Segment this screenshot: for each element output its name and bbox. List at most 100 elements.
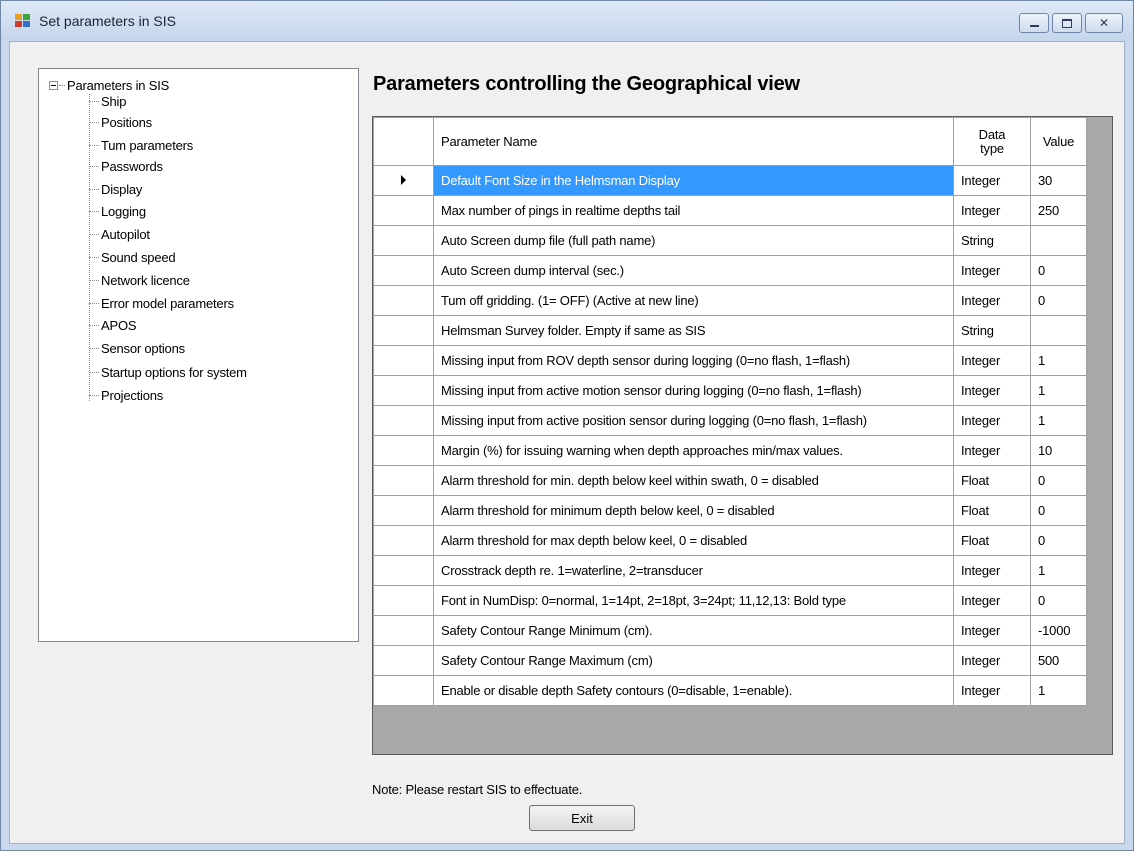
cell-data-type[interactable]: Integer <box>953 405 1031 436</box>
cell-value[interactable]: 1 <box>1030 405 1087 436</box>
table-row[interactable]: Auto Screen dump file (full path name) St… <box>373 225 1087 256</box>
cell-value[interactable]: 1 <box>1030 345 1087 376</box>
table-row[interactable]: Margin (%) for issuing warning when dept… <box>373 435 1087 466</box>
title-bar[interactable]: Set parameters in SIS ✕ <box>1 1 1133 41</box>
cell-data-type[interactable]: Integer <box>953 165 1031 196</box>
cell-parameter-name[interactable]: Helmsman Survey folder. Empty if same as… <box>433 315 954 346</box>
cell-value[interactable]: 0 <box>1030 585 1087 616</box>
cell-data-type[interactable]: Integer <box>953 195 1031 226</box>
collapse-icon[interactable] <box>49 80 58 90</box>
cell-parameter-name[interactable]: Alarm threshold for min. depth below kee… <box>433 465 954 496</box>
cell-parameter-name[interactable]: Auto Screen dump file (full path name) <box>433 225 954 256</box>
table-row[interactable]: Font in NumDisp: 0=normal, 1=14pt, 2=18p… <box>373 585 1087 616</box>
table-row[interactable]: Alarm threshold for min. depth below kee… <box>373 465 1087 496</box>
table-row[interactable]: Max number of pings in realtime depths t… <box>373 195 1087 226</box>
cell-parameter-name[interactable]: Max number of pings in realtime depths t… <box>433 195 954 226</box>
tree-item[interactable]: Logging <box>89 201 146 221</box>
tree-item[interactable]: Startup options for system <box>89 362 247 382</box>
close-button[interactable]: ✕ <box>1085 13 1123 33</box>
cell-parameter-name[interactable]: Alarm threshold for max depth below keel… <box>433 525 954 556</box>
cell-parameter-name[interactable]: Safety Contour Range Maximum (cm) <box>433 645 954 676</box>
cell-parameter-name[interactable]: Font in NumDisp: 0=normal, 1=14pt, 2=18p… <box>433 585 954 616</box>
cell-data-type[interactable]: Integer <box>953 375 1031 406</box>
table-row[interactable]: Tum off gridding. (1= OFF) (Active at ne… <box>373 285 1087 316</box>
cell-data-type[interactable]: Integer <box>953 435 1031 466</box>
row-header[interactable] <box>373 255 434 286</box>
cell-value[interactable]: 0 <box>1030 495 1087 526</box>
tree-item[interactable]: Autopilot <box>89 224 150 244</box>
cell-value[interactable]: 0 <box>1030 285 1087 316</box>
row-header[interactable] <box>373 435 434 466</box>
tree-item[interactable]: Projections <box>89 385 163 405</box>
row-header[interactable] <box>373 405 434 436</box>
cell-value[interactable]: 500 <box>1030 645 1087 676</box>
cell-data-type[interactable]: Integer <box>953 675 1031 706</box>
row-header[interactable] <box>373 315 434 346</box>
cell-parameter-name[interactable]: Missing input from active position senso… <box>433 405 954 436</box>
table-row[interactable]: Alarm threshold for max depth below keel… <box>373 525 1087 556</box>
table-row[interactable]: Crosstrack depth re. 1=waterline, 2=tran… <box>373 555 1087 586</box>
cell-data-type[interactable]: Integer <box>953 345 1031 376</box>
cell-value[interactable]: 10 <box>1030 435 1087 466</box>
tree-item[interactable]: Tum parameters <box>89 135 193 155</box>
row-header[interactable] <box>373 225 434 256</box>
cell-data-type[interactable]: Integer <box>953 285 1031 316</box>
cell-data-type[interactable]: Float <box>953 495 1031 526</box>
cell-data-type[interactable]: Float <box>953 465 1031 496</box>
parameters-tree[interactable]: Parameters in SIS Ship Positions Tum param… <box>38 68 359 642</box>
row-header[interactable] <box>373 525 434 556</box>
table-row[interactable]: Missing input from active position senso… <box>373 405 1087 436</box>
row-header[interactable] <box>373 195 434 226</box>
cell-parameter-name[interactable]: Missing input from active motion sensor … <box>433 375 954 406</box>
column-header-name[interactable]: Parameter Name <box>433 117 954 166</box>
tree-item[interactable]: Sensor options <box>89 338 185 358</box>
tree-item[interactable]: Positions <box>89 112 152 132</box>
exit-button[interactable]: Exit <box>529 805 635 831</box>
row-header[interactable] <box>373 345 434 376</box>
cell-data-type[interactable]: Integer <box>953 585 1031 616</box>
minimize-button[interactable] <box>1019 13 1049 33</box>
cell-parameter-name[interactable]: Margin (%) for issuing warning when dept… <box>433 435 954 466</box>
cell-value[interactable]: -1000 <box>1030 615 1087 646</box>
cell-value[interactable] <box>1030 315 1087 346</box>
parameters-grid[interactable]: Parameter Name Data type Value Default Fo… <box>372 116 1113 755</box>
cell-parameter-name[interactable]: Default Font Size in the Helmsman Displa… <box>433 165 954 196</box>
table-row[interactable]: Alarm threshold for minimum depth below … <box>373 495 1087 526</box>
cell-value[interactable]: 0 <box>1030 525 1087 556</box>
table-row[interactable]: Missing input from ROV depth sensor duri… <box>373 345 1087 376</box>
cell-parameter-name[interactable]: Enable or disable depth Safety contours … <box>433 675 954 706</box>
row-header[interactable] <box>373 645 434 676</box>
maximize-button[interactable] <box>1052 13 1082 33</box>
table-row[interactable]: Safety Contour Range Minimum (cm). Intege… <box>373 615 1087 646</box>
tree-item[interactable]: Display <box>89 179 142 199</box>
row-header[interactable] <box>373 675 434 706</box>
cell-value[interactable]: 0 <box>1030 465 1087 496</box>
cell-value[interactable] <box>1030 225 1087 256</box>
cell-value[interactable]: 1 <box>1030 375 1087 406</box>
table-row[interactable]: Enable or disable depth Safety contours … <box>373 675 1087 706</box>
tree-item[interactable]: Network licence <box>89 270 190 290</box>
row-header[interactable] <box>373 615 434 646</box>
cell-parameter-name[interactable]: Safety Contour Range Minimum (cm). <box>433 615 954 646</box>
cell-data-type[interactable]: Integer <box>953 645 1031 676</box>
cell-parameter-name[interactable]: Tum off gridding. (1= OFF) (Active at ne… <box>433 285 954 316</box>
tree-item[interactable]: Ship <box>89 91 126 111</box>
column-header-value[interactable]: Value <box>1030 117 1087 166</box>
row-header[interactable] <box>373 165 434 196</box>
table-row[interactable]: Default Font Size in the Helmsman Displa… <box>373 165 1087 196</box>
table-row[interactable]: Safety Contour Range Maximum (cm) Integer… <box>373 645 1087 676</box>
cell-value[interactable]: 250 <box>1030 195 1087 226</box>
row-header[interactable] <box>373 375 434 406</box>
cell-parameter-name[interactable]: Crosstrack depth re. 1=waterline, 2=tran… <box>433 555 954 586</box>
tree-item[interactable]: Error model parameters <box>89 293 234 313</box>
cell-value[interactable]: 30 <box>1030 165 1087 196</box>
cell-parameter-name[interactable]: Missing input from ROV depth sensor duri… <box>433 345 954 376</box>
tree-item[interactable]: Passwords <box>89 156 163 176</box>
cell-data-type[interactable]: Integer <box>953 615 1031 646</box>
cell-data-type[interactable]: String <box>953 225 1031 256</box>
cell-data-type[interactable]: Integer <box>953 255 1031 286</box>
table-row[interactable]: Helmsman Survey folder. Empty if same as… <box>373 315 1087 346</box>
row-header[interactable] <box>373 495 434 526</box>
row-header[interactable] <box>373 285 434 316</box>
row-header[interactable] <box>373 465 434 496</box>
